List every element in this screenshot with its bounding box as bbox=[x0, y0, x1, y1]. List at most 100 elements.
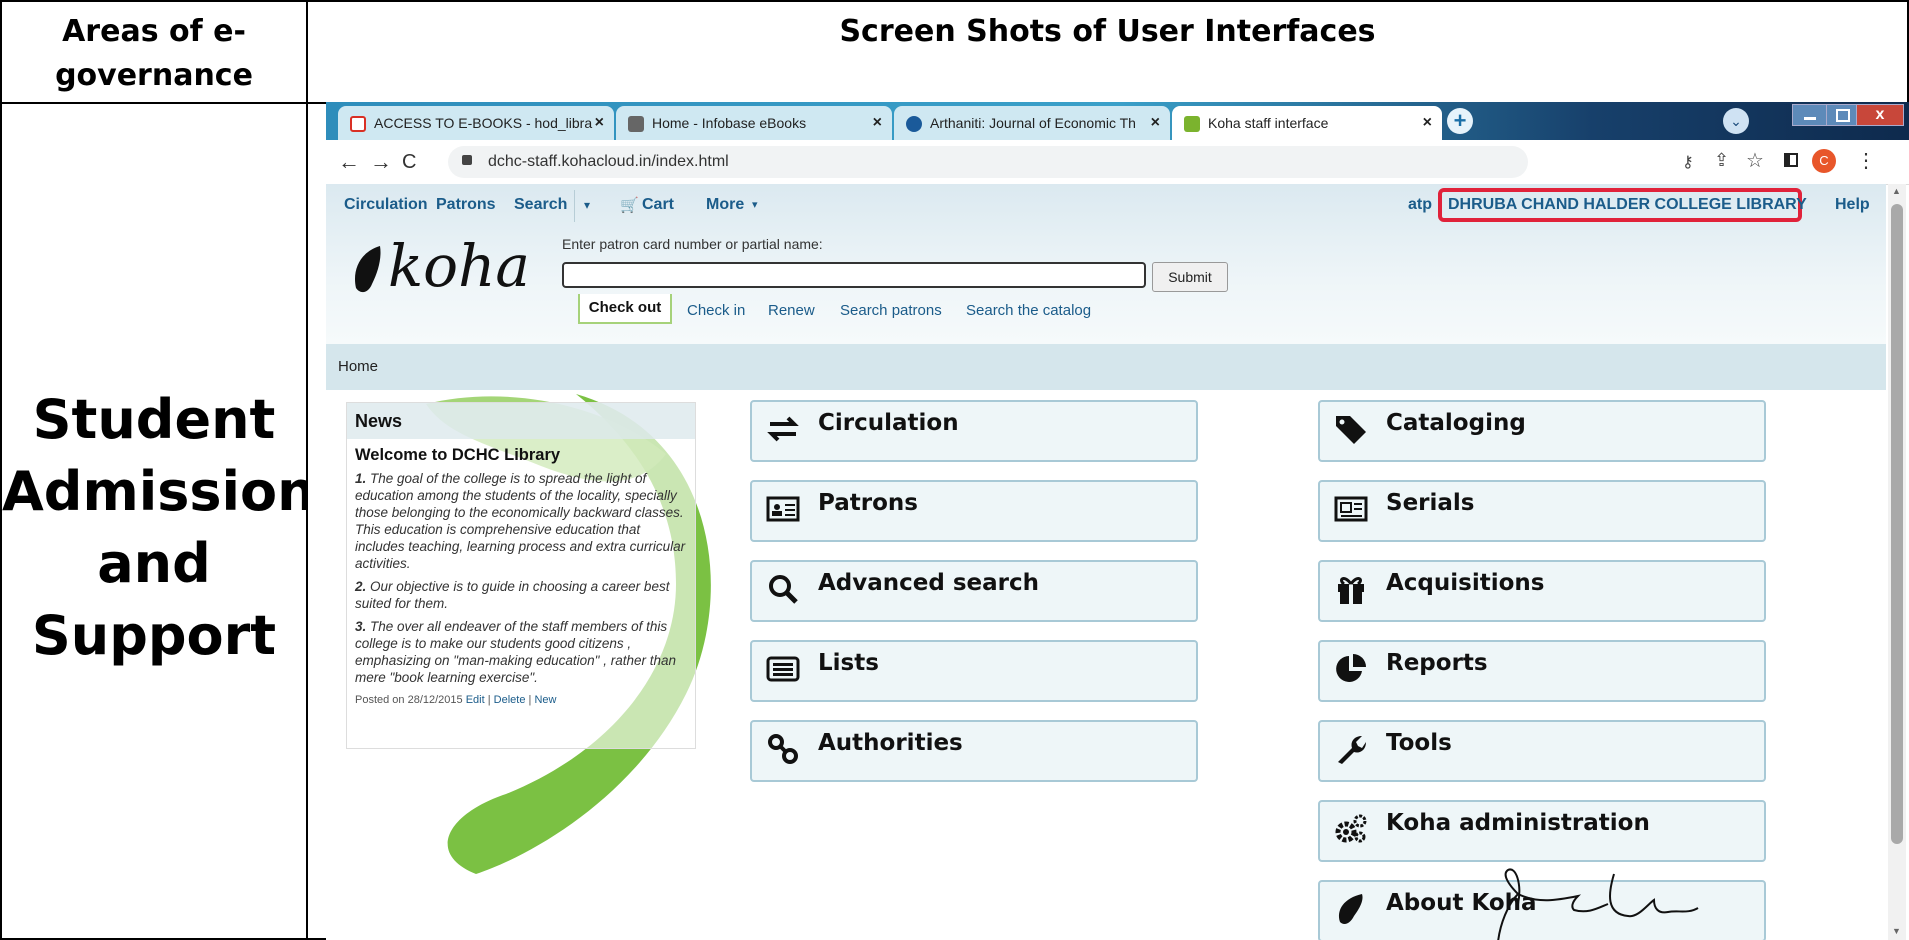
renew-tab[interactable]: Renew bbox=[768, 302, 815, 319]
scroll-up-icon[interactable]: ▲ bbox=[1892, 186, 1901, 196]
profile-avatar[interactable]: C bbox=[1812, 149, 1836, 173]
koha-leaf-icon bbox=[1338, 894, 1363, 924]
module-cataloging[interactable]: Cataloging bbox=[1318, 400, 1766, 462]
url-text: dchc-staff.kohacloud.in/index.html bbox=[488, 153, 729, 170]
browser-tab-active[interactable]: Koha staff interface × bbox=[1172, 106, 1442, 140]
pie-chart-icon bbox=[1336, 654, 1366, 682]
browser-screenshot: ACCESS TO E-BOOKS - hod_libra × Home - In… bbox=[326, 102, 1909, 940]
side-panel-icon[interactable] bbox=[1784, 153, 1798, 167]
header-cell-screens: Screen Shots of User Interfaces bbox=[306, 0, 1909, 104]
news-item: 2. Our objective is to guide in choosing… bbox=[355, 579, 670, 611]
handwritten-signature bbox=[1497, 868, 1699, 940]
news-panel: News Welcome to DCHC Library 1. The goal… bbox=[346, 402, 696, 749]
menu-help[interactable]: Help bbox=[1835, 196, 1870, 214]
search-dropdown-icon[interactable]: ▾ bbox=[584, 198, 590, 212]
menu-divider bbox=[574, 190, 575, 222]
menu-circulation[interactable]: Circulation bbox=[344, 196, 428, 214]
area-cell: Student Admission and Support bbox=[0, 102, 316, 940]
menu-search[interactable]: Search bbox=[514, 196, 567, 214]
arrows-exchange-icon bbox=[767, 416, 799, 442]
scroll-down-icon[interactable]: ▼ bbox=[1892, 926, 1901, 936]
browser-tab[interactable]: Arthaniti: Journal of Economic Th × bbox=[894, 106, 1170, 140]
close-icon[interactable]: × bbox=[1151, 106, 1160, 140]
gift-icon bbox=[1338, 577, 1364, 604]
magnifier-icon bbox=[769, 575, 798, 604]
area-line: Admission bbox=[2, 460, 316, 523]
scrollbar-thumb[interactable] bbox=[1891, 204, 1903, 844]
close-icon[interactable]: × bbox=[873, 106, 882, 140]
document-table: Areas of e-governance Screen Shots of Us… bbox=[0, 0, 1909, 940]
new-tab-button[interactable]: + bbox=[1447, 108, 1473, 134]
breadcrumb-home[interactable]: Home bbox=[338, 358, 378, 375]
user-name[interactable]: atp bbox=[1408, 196, 1432, 214]
infobase-icon bbox=[628, 116, 644, 133]
tab-label: Arthaniti: Journal of Economic Th bbox=[930, 115, 1136, 131]
module-tools[interactable]: Tools bbox=[1318, 720, 1766, 782]
tab-search-button[interactable]: ⌄ bbox=[1723, 108, 1749, 134]
maximize-button[interactable] bbox=[1826, 104, 1858, 126]
module-circulation[interactable]: Circulation bbox=[750, 400, 1198, 462]
news-title: News bbox=[347, 403, 695, 439]
bookmark-star-icon[interactable]: ☆ bbox=[1746, 148, 1764, 173]
checkout-tab[interactable]: Check out bbox=[578, 294, 672, 324]
close-icon[interactable]: × bbox=[1423, 106, 1432, 140]
minimize-button[interactable] bbox=[1792, 104, 1828, 126]
breadcrumb: Home bbox=[326, 344, 1886, 390]
news-delete-link[interactable]: Delete bbox=[494, 694, 526, 706]
journal-icon bbox=[906, 116, 922, 133]
koha-header: Circulation Patrons Search ▾ 🛒 Cart More… bbox=[326, 184, 1886, 344]
library-name[interactable]: DHRUBA CHAND HALDER COLLEGE LIBRARY bbox=[1448, 196, 1807, 214]
browser-tab[interactable]: Home - Infobase eBooks × bbox=[616, 106, 892, 140]
submit-button[interactable]: Submit bbox=[1152, 262, 1228, 292]
back-icon[interactable]: ← bbox=[338, 150, 360, 174]
vertical-scrollbar[interactable]: ▲ ▼ bbox=[1888, 184, 1906, 940]
tab-label: Home - Infobase eBooks bbox=[652, 115, 807, 131]
share-icon[interactable]: ⇪ bbox=[1714, 150, 1729, 171]
header-screens-text: Screen Shots of User Interfaces bbox=[839, 14, 1376, 49]
news-edit-link[interactable]: Edit bbox=[466, 694, 485, 706]
header-areas-text: Areas of e-governance bbox=[55, 14, 253, 93]
logo-text: koha bbox=[388, 232, 530, 300]
module-advanced-search[interactable]: Advanced search bbox=[750, 560, 1198, 622]
url-field[interactable]: dchc-staff.kohacloud.in/index.html bbox=[448, 146, 1528, 178]
checkin-tab[interactable]: Check in bbox=[687, 302, 745, 319]
key-icon[interactable]: ⚷ bbox=[1682, 152, 1694, 172]
reload-icon[interactable]: C bbox=[402, 150, 416, 174]
forward-icon[interactable]: → bbox=[370, 150, 392, 174]
close-window-button[interactable]: x bbox=[1856, 104, 1904, 126]
news-item: 3. The over all endeaver of the staff me… bbox=[355, 619, 677, 685]
browser-tab-bar: ACCESS TO E-BOOKS - hod_libra × Home - In… bbox=[326, 102, 1909, 140]
menu-cart[interactable]: Cart bbox=[642, 196, 674, 214]
kebab-menu-icon[interactable]: ⋮ bbox=[1856, 148, 1876, 173]
gmail-icon bbox=[350, 116, 366, 133]
browser-tab[interactable]: ACCESS TO E-BOOKS - hod_libra × bbox=[338, 106, 614, 140]
menu-patrons[interactable]: Patrons bbox=[436, 196, 496, 214]
news-new-link[interactable]: New bbox=[534, 694, 556, 706]
lock-icon bbox=[462, 155, 472, 165]
module-acquisitions[interactable]: Acquisitions bbox=[1318, 560, 1766, 622]
module-patrons[interactable]: Patrons bbox=[750, 480, 1198, 542]
module-lists[interactable]: Lists bbox=[750, 640, 1198, 702]
search-label: Enter patron card number or partial name… bbox=[562, 236, 823, 252]
module-reports[interactable]: Reports bbox=[1318, 640, 1766, 702]
close-icon[interactable]: × bbox=[595, 106, 604, 140]
search-patrons-tab[interactable]: Search patrons bbox=[840, 302, 942, 319]
header-cell-areas: Areas of e-governance bbox=[0, 0, 308, 104]
module-serials[interactable]: Serials bbox=[1318, 480, 1766, 542]
news-posted: Posted on 28/12/2015 Edit | Delete | New bbox=[355, 694, 557, 706]
search-catalog-tab[interactable]: Search the catalog bbox=[966, 302, 1091, 319]
gears-icon bbox=[1335, 814, 1367, 843]
koha-logo: koha bbox=[350, 232, 530, 302]
area-line: Support bbox=[31, 604, 277, 667]
news-heading: Welcome to DCHC Library bbox=[355, 446, 561, 464]
link-icon bbox=[768, 734, 798, 764]
news-item: 1. The goal of the college is to spread … bbox=[355, 471, 686, 571]
newspaper-icon bbox=[1334, 496, 1368, 522]
module-authorities[interactable]: Authorities bbox=[750, 720, 1198, 782]
patron-search-input[interactable] bbox=[562, 262, 1146, 288]
menu-more[interactable]: More bbox=[706, 196, 744, 214]
id-card-icon bbox=[766, 496, 800, 522]
news-body: Welcome to DCHC Library 1. The goal of t… bbox=[355, 447, 691, 709]
list-icon bbox=[766, 656, 800, 682]
address-bar-row: ← → C dchc-staff.kohacloud.in/index.html… bbox=[326, 140, 1909, 185]
